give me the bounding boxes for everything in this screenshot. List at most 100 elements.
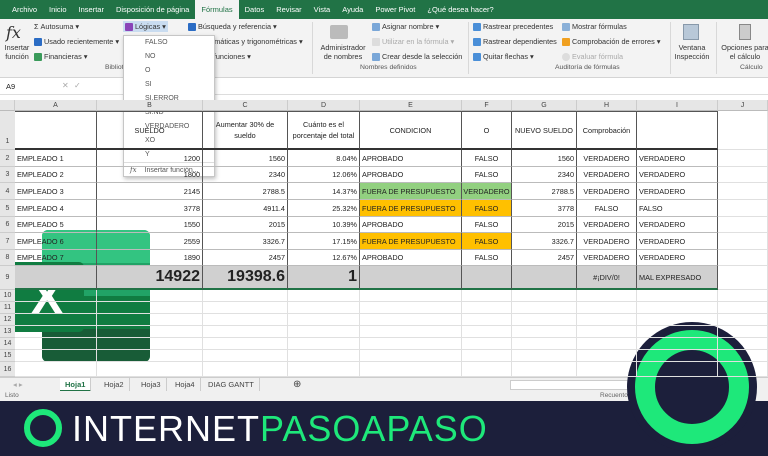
cell[interactable] bbox=[637, 338, 718, 350]
data-cell[interactable]: 12.06% bbox=[288, 167, 360, 183]
data-cell[interactable]: VERDADERO bbox=[577, 217, 637, 233]
cell[interactable] bbox=[718, 167, 768, 183]
cell[interactable] bbox=[577, 362, 637, 377]
cell[interactable] bbox=[637, 350, 718, 362]
column-header-H[interactable]: H bbox=[577, 100, 637, 111]
data-cell[interactable]: APROBADO bbox=[360, 150, 462, 167]
cell[interactable] bbox=[360, 314, 462, 326]
row-header-2[interactable]: 2 bbox=[0, 150, 15, 167]
cell[interactable] bbox=[637, 302, 718, 314]
cell[interactable] bbox=[97, 362, 203, 377]
header-cell[interactable]: Comprobación bbox=[577, 111, 637, 150]
dropdown-item-si[interactable]: SI bbox=[124, 78, 214, 92]
cell[interactable] bbox=[718, 200, 768, 217]
scroll-left-icon[interactable]: ◂ ▸ bbox=[8, 378, 28, 392]
financial-button[interactable]: Financieras ▾ bbox=[34, 52, 87, 62]
data-cell[interactable]: 4911.4 bbox=[203, 200, 288, 217]
cell[interactable] bbox=[203, 290, 288, 302]
data-cell[interactable]: 2559 bbox=[97, 233, 203, 250]
data-cell[interactable]: 2457 bbox=[512, 250, 577, 266]
cell[interactable] bbox=[97, 314, 203, 326]
tab-4[interactable]: Fórmulas bbox=[195, 0, 239, 19]
column-header-E[interactable]: E bbox=[360, 100, 462, 111]
data-cell[interactable]: 14.37% bbox=[288, 183, 360, 200]
header-cell[interactable]: SUELDO bbox=[97, 111, 203, 150]
lookup-button[interactable]: Búsqueda y referencia ▾ bbox=[188, 22, 277, 32]
data-cell[interactable]: 2457 bbox=[203, 250, 288, 266]
sheet-tab-2[interactable]: Hoja3 bbox=[136, 378, 167, 392]
column-header-A[interactable]: A bbox=[15, 100, 97, 111]
tab-7[interactable]: Vista bbox=[308, 0, 337, 19]
header-cell[interactable] bbox=[637, 111, 718, 150]
cell[interactable] bbox=[718, 217, 768, 233]
data-cell[interactable]: VERDADERO bbox=[577, 167, 637, 183]
data-cell[interactable]: 8.04% bbox=[288, 150, 360, 167]
data-cell[interactable]: 1800 bbox=[97, 167, 203, 183]
cell[interactable] bbox=[288, 290, 360, 302]
name-box[interactable]: A9 bbox=[4, 81, 46, 93]
tab-10[interactable]: ¿Qué desea hacer? bbox=[421, 0, 499, 19]
data-cell[interactable]: VERDADERO bbox=[637, 183, 718, 200]
cell[interactable] bbox=[203, 326, 288, 338]
assign-name-button[interactable]: Asignar nombre ▾ bbox=[372, 22, 439, 32]
column-header-B[interactable]: B bbox=[97, 100, 203, 111]
header-cell[interactable]: NUEVO SUELDO bbox=[512, 111, 577, 150]
header-cell[interactable]: Aumentar 30% de sueldo bbox=[203, 111, 288, 150]
column-header-J[interactable]: J bbox=[718, 100, 768, 111]
row-header-5[interactable]: 5 bbox=[0, 200, 15, 217]
cell[interactable] bbox=[288, 362, 360, 377]
watch-window-button[interactable]: Ventana Inspección bbox=[672, 43, 712, 61]
cell[interactable] bbox=[637, 362, 718, 377]
autosum-button[interactable]: Σ Autosuma ▾ bbox=[34, 22, 79, 31]
data-cell[interactable]: VERDADERO bbox=[637, 150, 718, 167]
row-header-8[interactable]: 8 bbox=[0, 250, 15, 266]
tab-8[interactable]: Ayuda bbox=[336, 0, 369, 19]
cell[interactable] bbox=[637, 326, 718, 338]
data-cell[interactable]: APROBADO bbox=[360, 167, 462, 183]
confirm-icon[interactable]: ✓ bbox=[74, 81, 81, 90]
data-cell[interactable]: VERDADERO bbox=[577, 250, 637, 266]
cell[interactable] bbox=[512, 302, 577, 314]
cell[interactable] bbox=[360, 362, 462, 377]
cell[interactable] bbox=[512, 362, 577, 377]
cell[interactable] bbox=[288, 314, 360, 326]
data-cell[interactable]: EMPLEADO 1 bbox=[15, 150, 97, 167]
cell[interactable] bbox=[97, 290, 203, 302]
total-cell[interactable] bbox=[360, 266, 462, 290]
data-cell[interactable]: 3778 bbox=[512, 200, 577, 217]
data-cell[interactable]: 3778 bbox=[97, 200, 203, 217]
dropdown-item-no[interactable]: NO bbox=[124, 50, 214, 64]
row-header-6[interactable]: 6 bbox=[0, 217, 15, 233]
row-header-13[interactable]: 13 bbox=[0, 326, 15, 338]
data-cell[interactable]: 10.39% bbox=[288, 217, 360, 233]
data-cell[interactable]: FALSO bbox=[462, 150, 512, 167]
data-cell[interactable]: FALSO bbox=[462, 250, 512, 266]
data-cell[interactable]: 12.67% bbox=[288, 250, 360, 266]
row-header-1[interactable]: 1 bbox=[0, 111, 15, 150]
row-header-15[interactable]: 15 bbox=[0, 350, 15, 362]
data-cell[interactable]: 1560 bbox=[203, 150, 288, 167]
show-formulas-button[interactable]: Mostrar fórmulas bbox=[562, 22, 627, 32]
sheet-tab-3[interactable]: Hoja4 bbox=[170, 378, 201, 392]
cell[interactable] bbox=[360, 290, 462, 302]
data-cell[interactable]: VERDADERO bbox=[577, 183, 637, 200]
header-cell[interactable] bbox=[15, 111, 97, 150]
data-cell[interactable]: FALSO bbox=[462, 200, 512, 217]
trace-dependents-button[interactable]: Rastrear dependientes bbox=[473, 37, 557, 47]
header-cell[interactable]: CONDICION bbox=[360, 111, 462, 150]
cell[interactable] bbox=[718, 362, 768, 377]
data-cell[interactable]: 3326.7 bbox=[203, 233, 288, 250]
cell[interactable] bbox=[462, 290, 512, 302]
cell[interactable] bbox=[577, 338, 637, 350]
data-cell[interactable]: EMPLEADO 6 bbox=[15, 233, 97, 250]
tab-0[interactable]: Archivo bbox=[6, 0, 43, 19]
data-cell[interactable]: FUERA DE PRESUPUESTO bbox=[360, 233, 462, 250]
row-header-14[interactable]: 14 bbox=[0, 338, 15, 350]
cell[interactable] bbox=[15, 314, 97, 326]
tab-3[interactable]: Disposición de página bbox=[110, 0, 195, 19]
header-cell[interactable]: O bbox=[462, 111, 512, 150]
dropdown-item-falso[interactable]: FALSO bbox=[124, 36, 214, 50]
dropdown-item-o[interactable]: O bbox=[124, 64, 214, 78]
cell[interactable] bbox=[97, 326, 203, 338]
cell[interactable] bbox=[15, 362, 97, 377]
